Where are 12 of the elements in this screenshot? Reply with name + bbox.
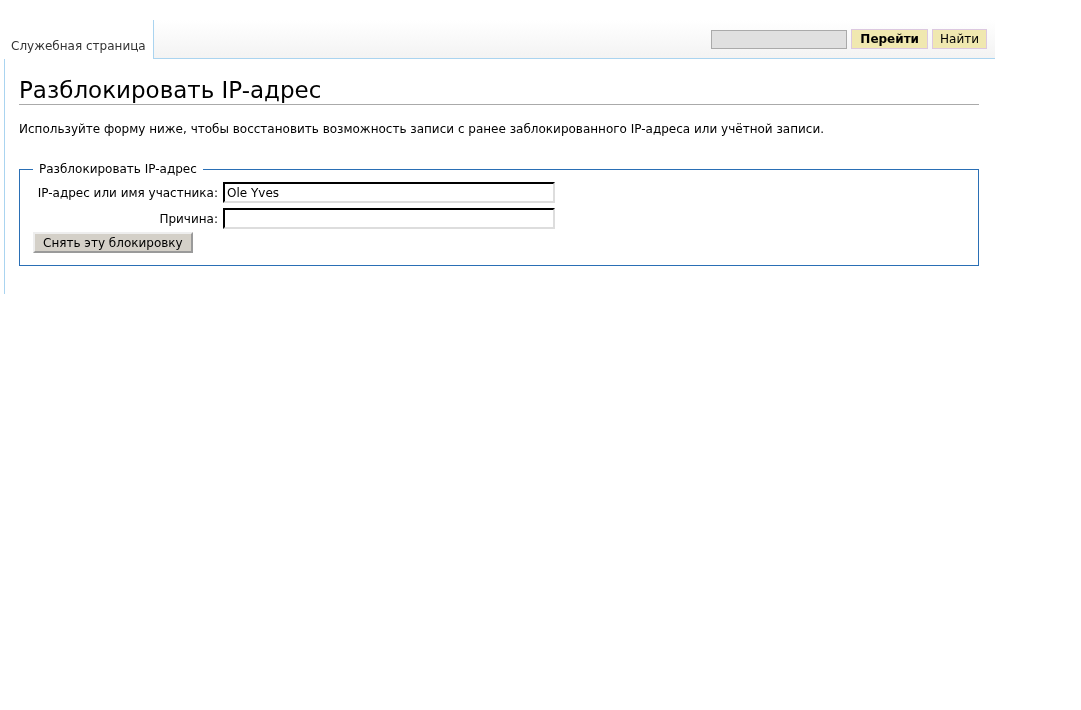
page-heading: Разблокировать IP-адрес xyxy=(19,77,979,105)
page-tab[interactable]: Служебная страница xyxy=(4,20,154,59)
text-field[interactable] xyxy=(223,208,555,229)
field-label: Причина: xyxy=(158,211,218,226)
intro-text: Используйте форму ниже, чтобы восстановить возможность записи с ранее заблокированного IP-адреса или учётной записи. xyxy=(19,122,826,136)
text-field[interactable]: Ole Yves xyxy=(223,182,555,203)
go-button[interactable]: Перейти xyxy=(851,29,929,49)
field-label: IP-адрес или имя участника: xyxy=(36,185,218,200)
search-field[interactable] xyxy=(711,29,848,49)
search-button[interactable]: Найти xyxy=(932,29,987,49)
form-legend: Разблокировать IP-адрес xyxy=(33,162,203,176)
unblock-button[interactable]: Снять эту блокировку xyxy=(33,232,193,253)
